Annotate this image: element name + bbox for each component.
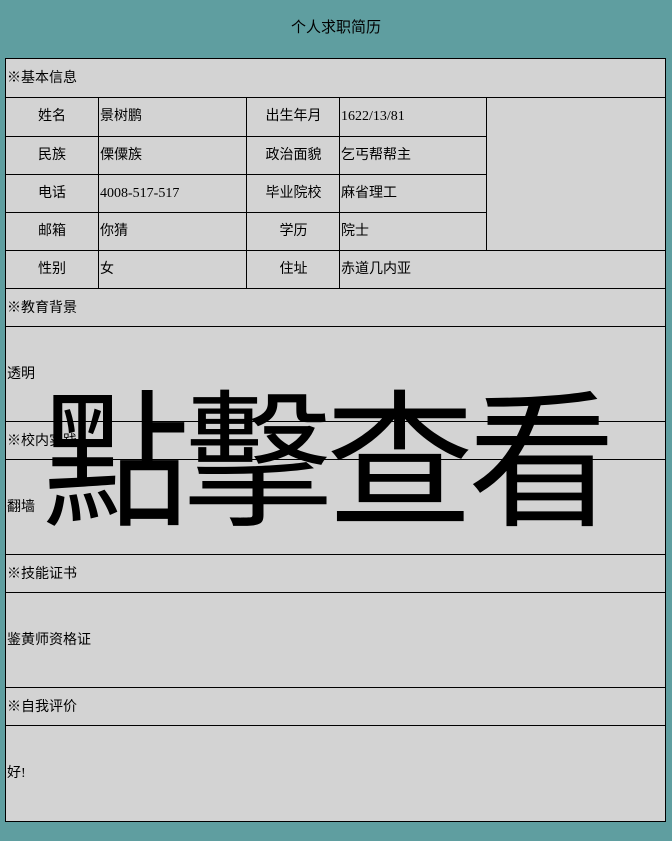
info-label: 毕业院校 bbox=[265, 186, 322, 201]
info-value: 院士 bbox=[341, 224, 369, 239]
info-label: 民族 bbox=[38, 148, 66, 163]
info-label: 姓名 bbox=[38, 109, 66, 124]
self-eval-content: 好! bbox=[7, 766, 26, 781]
basic-info-heading: ※基本信息 bbox=[7, 71, 77, 86]
info-label: 电话 bbox=[38, 186, 66, 201]
info-row: 邮箱 你猜 学历 院士 bbox=[6, 213, 665, 251]
info-row: 电话 4008-517-517 毕业院校 麻省理工 bbox=[6, 175, 665, 213]
info-row: 民族 傈僳族 政治面貌 乞丐帮帮主 bbox=[6, 137, 665, 175]
grid-vline bbox=[486, 98, 487, 251]
info-value: 麻省理工 bbox=[341, 186, 397, 201]
grid-vline bbox=[98, 98, 99, 289]
info-label: 学历 bbox=[279, 224, 308, 239]
divider bbox=[6, 687, 665, 688]
info-value: 傈僳族 bbox=[100, 148, 142, 163]
info-label: 政治面貌 bbox=[265, 148, 322, 163]
info-row: 性别 女 住址 赤道几内亚 bbox=[6, 251, 665, 289]
info-label: 邮箱 bbox=[38, 224, 66, 239]
divider bbox=[6, 326, 665, 327]
info-row: 姓名 景树鹏 出生年月 1622/13/81 bbox=[6, 98, 665, 136]
info-value: 4008-517-517 bbox=[100, 186, 180, 201]
divider bbox=[6, 288, 665, 289]
info-value: 女 bbox=[100, 262, 114, 277]
info-label: 性别 bbox=[38, 262, 66, 277]
page-title: 个人求职简历 bbox=[290, 20, 381, 36]
info-label: 住址 bbox=[279, 262, 308, 277]
education-heading: ※教育背景 bbox=[7, 301, 77, 316]
divider bbox=[6, 554, 665, 555]
education-content: 透明 bbox=[7, 367, 35, 382]
divider bbox=[6, 592, 665, 593]
divider bbox=[6, 725, 665, 726]
info-value: 赤道几内亚 bbox=[341, 262, 411, 277]
grid-vline bbox=[339, 98, 340, 289]
campus-content: 翻墙 bbox=[7, 500, 35, 515]
info-value: 你猜 bbox=[100, 224, 128, 239]
info-label: 出生年月 bbox=[265, 109, 322, 124]
info-value: 景树鹏 bbox=[100, 109, 142, 124]
grid-vline bbox=[246, 98, 247, 289]
skills-heading: ※技能证书 bbox=[7, 567, 77, 582]
click-to-view-overlay[interactable]: 點擊查看 bbox=[42, 388, 642, 538]
self-eval-heading: ※自我评价 bbox=[7, 700, 77, 715]
skills-content: 鉴黄师资格证 bbox=[7, 633, 91, 648]
info-value: 1622/13/81 bbox=[341, 109, 405, 124]
info-value: 乞丐帮帮主 bbox=[341, 148, 411, 163]
